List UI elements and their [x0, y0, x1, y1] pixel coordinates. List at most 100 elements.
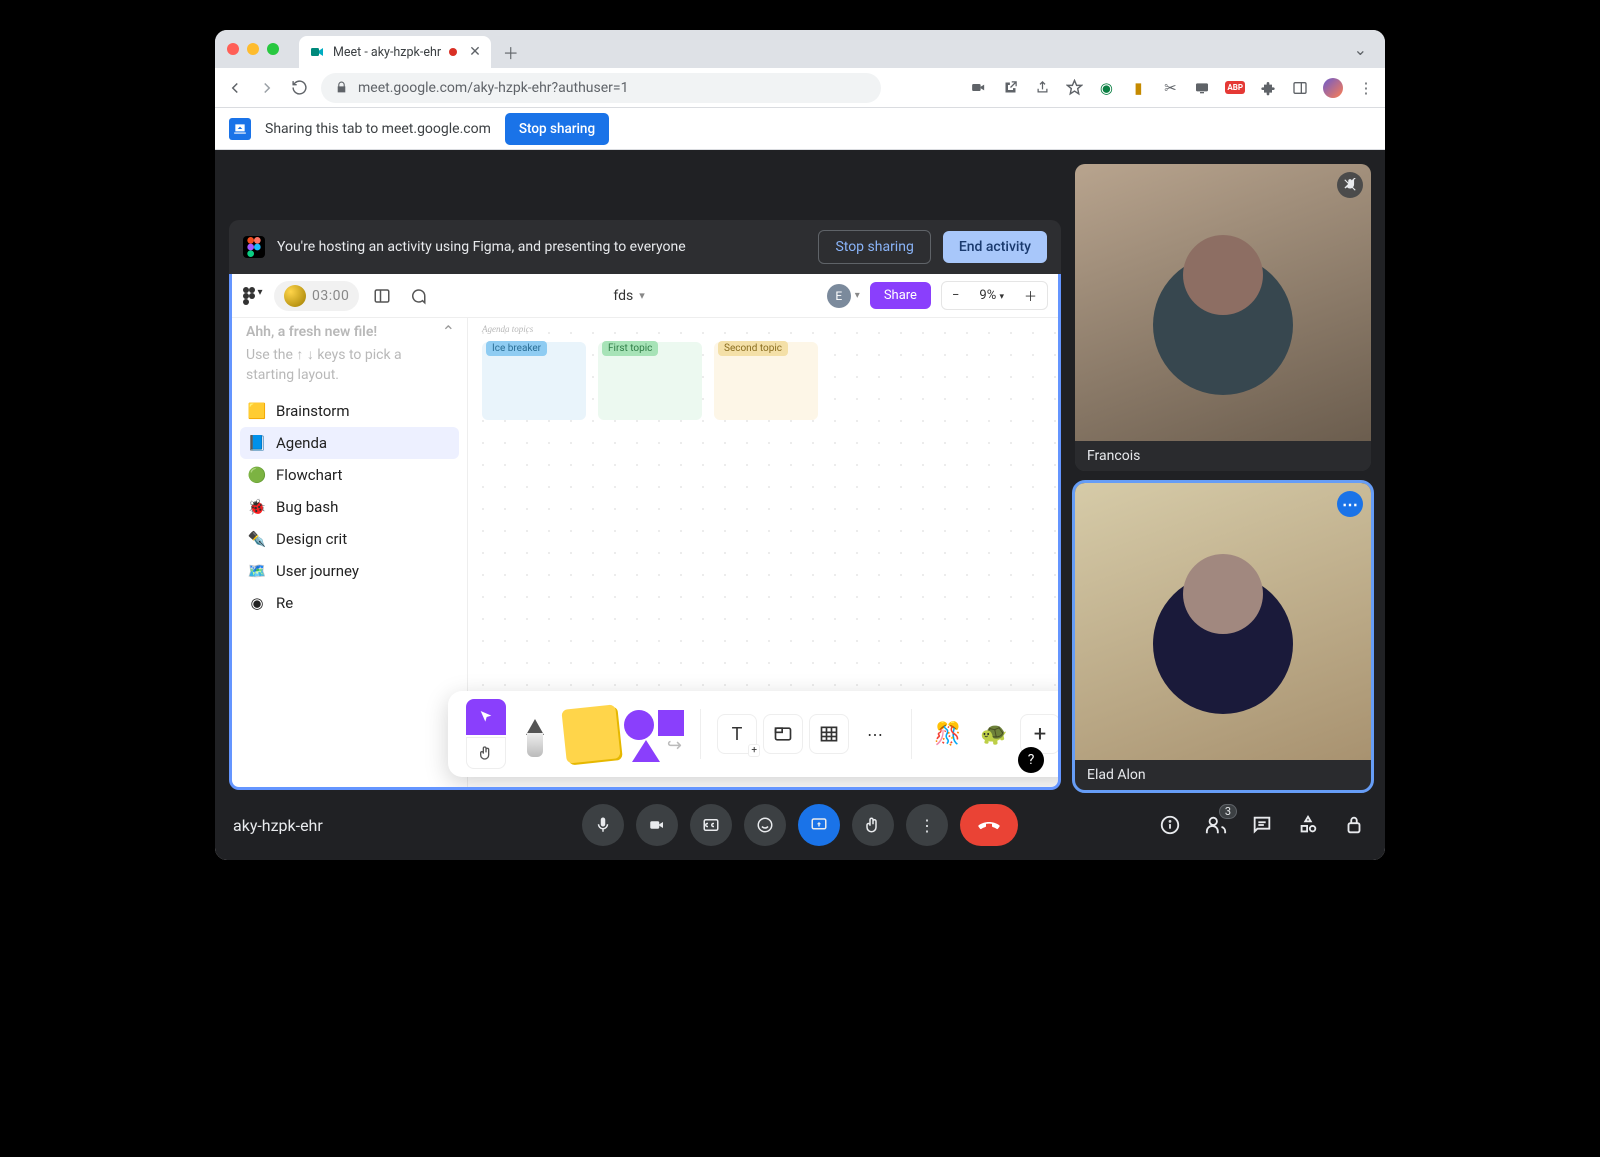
- select-tool-icon: [466, 699, 506, 735]
- figma-doc-title[interactable]: fds ▾: [441, 288, 816, 304]
- template-item-flowchart[interactable]: 🟢Flowchart: [240, 459, 459, 491]
- mic-toggle-button[interactable]: [582, 804, 624, 846]
- extensions-menu-icon[interactable]: [1259, 79, 1277, 97]
- extension-icon[interactable]: [1193, 79, 1211, 97]
- back-button[interactable]: [225, 78, 245, 98]
- present-screen-button[interactable]: [798, 804, 840, 846]
- tab-overflow-button[interactable]: ⌄: [1354, 40, 1373, 59]
- agenda-card[interactable]: Second topic: [714, 342, 818, 420]
- hand-tool-icon[interactable]: [466, 737, 506, 769]
- timer-widget[interactable]: 03:00: [274, 281, 359, 311]
- collaborator-avatar[interactable]: E▾: [827, 284, 860, 308]
- stamp-tool[interactable]: 🎊: [928, 714, 968, 754]
- profile-avatar[interactable]: [1323, 78, 1343, 98]
- host-controls-button[interactable]: [1341, 812, 1367, 838]
- captions-button[interactable]: [690, 804, 732, 846]
- recording-indicator-icon: [449, 48, 457, 56]
- browser-tab[interactable]: Meet - aky-hzpk-ehr ✕: [299, 36, 491, 68]
- activity-banner: You're hosting an activity using Figma, …: [229, 220, 1061, 274]
- sharing-infobar: Sharing this tab to meet.google.com Stop…: [215, 108, 1385, 150]
- call-controls: ⋮: [582, 804, 1018, 846]
- raise-hand-button[interactable]: [852, 804, 894, 846]
- activities-panel-button[interactable]: [1295, 812, 1321, 838]
- section-tool[interactable]: [763, 714, 803, 754]
- bookmark-star-icon[interactable]: [1065, 79, 1083, 97]
- activity-stop-sharing-button[interactable]: Stop sharing: [818, 230, 930, 264]
- sticky-note-tool[interactable]: [561, 704, 620, 763]
- template-item-designcrit[interactable]: ✒️Design crit: [240, 523, 459, 555]
- toolbar: meet.google.com/aky-hzpk-ehr?authuser=1 …: [215, 68, 1385, 108]
- figma-main-menu[interactable]: ▾: [242, 287, 264, 305]
- participant-tile[interactable]: ⋯ Elad Alon: [1075, 483, 1371, 790]
- shapes-tool[interactable]: ↪: [624, 706, 684, 762]
- forward-button[interactable]: [257, 78, 277, 98]
- camera-toggle-button[interactable]: [636, 804, 678, 846]
- chrome-menu-icon[interactable]: ⋮: [1357, 79, 1375, 97]
- template-item-userjourney[interactable]: 🗺️User journey: [240, 555, 459, 587]
- share-icon[interactable]: [1033, 79, 1051, 97]
- more-options-button[interactable]: ⋮: [906, 804, 948, 846]
- adblock-extension-icon[interactable]: ABP: [1225, 81, 1245, 94]
- close-panel-button[interactable]: ⌃: [442, 322, 455, 341]
- zoom-window-button[interactable]: [267, 43, 279, 55]
- participant-count-badge: 3: [1219, 804, 1237, 819]
- minimize-window-button[interactable]: [247, 43, 259, 55]
- zoom-in-button[interactable]: ＋: [1014, 282, 1047, 309]
- panel-hint: Use the ↑ ↓ keys to pick a starting layo…: [240, 340, 459, 395]
- figma-logo-icon: [243, 236, 265, 258]
- template-item-bugbash[interactable]: 🐞Bug bash: [240, 491, 459, 523]
- figma-templates-panel: Ahh, a fresh new file! ⌃ Use the ↑ ↓ key…: [232, 318, 468, 787]
- zoom-out-button[interactable]: −: [942, 284, 969, 307]
- text-tool[interactable]: T+: [717, 714, 757, 754]
- meeting-info-button[interactable]: [1157, 812, 1183, 838]
- template-label: Flowchart: [276, 466, 342, 484]
- comments-icon[interactable]: [405, 283, 431, 309]
- designcrit-icon: ✒️: [248, 530, 266, 548]
- table-tool[interactable]: [809, 714, 849, 754]
- close-tab-button[interactable]: ✕: [469, 44, 481, 60]
- camera-indicator-icon[interactable]: [969, 79, 987, 97]
- panel-toggle-icon[interactable]: [369, 283, 395, 309]
- extension-icon[interactable]: ◉: [1097, 79, 1115, 97]
- retro-icon: ◉: [248, 594, 266, 612]
- figma-share-button[interactable]: Share: [870, 282, 931, 309]
- participants-strip: Francois ⋯ Elad Alon: [1075, 164, 1371, 790]
- tile-more-button[interactable]: ⋯: [1337, 491, 1363, 517]
- chat-panel-button[interactable]: [1249, 812, 1275, 838]
- timer-value: 03:00: [312, 288, 349, 304]
- zoom-level[interactable]: 9% ▾: [969, 284, 1014, 307]
- pointer-tool[interactable]: [466, 699, 506, 769]
- agenda-card[interactable]: Ice breaker: [482, 342, 586, 420]
- brainstorm-icon: 🟨: [248, 402, 266, 420]
- meet-stage: You're hosting an activity using Figma, …: [215, 150, 1385, 790]
- extension-icon[interactable]: ✂︎: [1161, 79, 1179, 97]
- template-item-retro[interactable]: ◉Re: [240, 587, 459, 619]
- extension-icon[interactable]: ▮: [1129, 79, 1147, 97]
- panel-heading: Ahh, a fresh new file!: [240, 324, 459, 340]
- new-tab-button[interactable]: ＋: [497, 38, 525, 66]
- people-panel-button[interactable]: 3: [1203, 812, 1229, 838]
- muted-mic-icon: [1337, 172, 1363, 198]
- chevron-down-icon: ▾: [639, 289, 645, 302]
- agenda-card[interactable]: First topic: [598, 342, 702, 420]
- help-button[interactable]: ?: [1018, 747, 1044, 773]
- infobar-text: Sharing this tab to meet.google.com: [265, 121, 491, 137]
- sticker-tool[interactable]: 🐢: [974, 714, 1014, 754]
- template-item-brainstorm[interactable]: 🟨Brainstorm: [240, 395, 459, 427]
- reactions-button[interactable]: [744, 804, 786, 846]
- side-panel-icon[interactable]: [1291, 79, 1309, 97]
- stop-sharing-button[interactable]: Stop sharing: [505, 113, 609, 145]
- figma-canvas[interactable]: Agenda topics Ice breaker First topic Se…: [468, 318, 1058, 787]
- participant-tile[interactable]: Francois: [1075, 164, 1371, 471]
- userjourney-icon: 🗺️: [248, 562, 266, 580]
- more-tools-button[interactable]: ⋯: [855, 714, 895, 754]
- pencil-tool[interactable]: [512, 711, 558, 757]
- end-activity-button[interactable]: End activity: [943, 231, 1047, 263]
- leave-call-button[interactable]: [960, 804, 1018, 846]
- reload-button[interactable]: [289, 78, 309, 98]
- open-external-icon[interactable]: [1001, 79, 1019, 97]
- close-window-button[interactable]: [227, 43, 239, 55]
- template-item-agenda[interactable]: 📘Agenda: [240, 427, 459, 459]
- window-controls: [227, 43, 279, 55]
- address-bar[interactable]: meet.google.com/aky-hzpk-ehr?authuser=1: [321, 73, 881, 103]
